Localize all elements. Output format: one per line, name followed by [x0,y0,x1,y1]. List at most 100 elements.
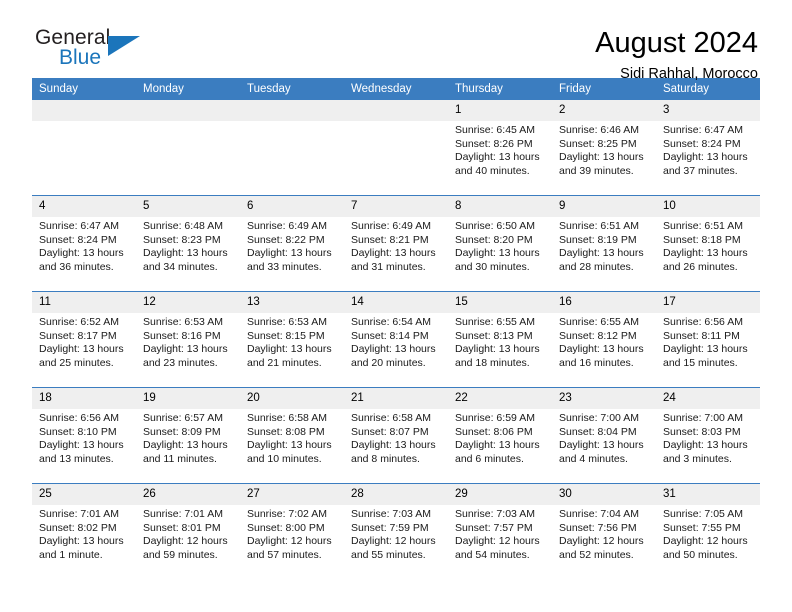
sunset-text: Sunset: 8:19 PM [559,233,637,246]
day-number: 15 [448,292,552,313]
day-cell[interactable]: 12 Sunrise: 6:53 AM Sunset: 8:16 PM Dayl… [136,291,240,388]
day-cell[interactable]: 13 Sunrise: 6:53 AM Sunset: 8:15 PM Dayl… [240,291,344,388]
day-details: Sunrise: 6:49 AM Sunset: 8:21 PM Dayligh… [344,217,448,291]
day-cell[interactable]: 14 Sunrise: 6:54 AM Sunset: 8:14 PM Dayl… [344,291,448,388]
sunrise-text: Sunrise: 6:53 AM [143,316,223,328]
day-cell[interactable] [240,100,344,196]
sunset-text: Sunset: 8:17 PM [39,329,117,342]
sunset-text: Sunset: 8:18 PM [663,233,741,246]
day-cell[interactable]: 24 Sunrise: 7:00 AM Sunset: 8:03 PM Dayl… [656,387,760,484]
day-cell[interactable]: 19 Sunrise: 6:57 AM Sunset: 8:09 PM Dayl… [136,387,240,484]
sunrise-text: Sunrise: 6:56 AM [663,316,743,328]
day-cell[interactable]: 6 Sunrise: 6:49 AM Sunset: 8:22 PM Dayli… [240,195,344,292]
day-cell[interactable]: 2 Sunrise: 6:46 AM Sunset: 8:25 PM Dayli… [552,100,656,196]
day-cell[interactable]: 28 Sunrise: 7:03 AM Sunset: 7:59 PM Dayl… [344,483,448,579]
sunset-text: Sunset: 7:57 PM [455,521,533,534]
day-cell[interactable]: 21 Sunrise: 6:58 AM Sunset: 8:07 PM Dayl… [344,387,448,484]
day-details: Sunrise: 7:04 AM Sunset: 7:56 PM Dayligh… [552,505,656,579]
day-cell[interactable] [344,100,448,196]
day-details: Sunrise: 6:47 AM Sunset: 8:24 PM Dayligh… [32,217,136,291]
day-cell[interactable]: 29 Sunrise: 7:03 AM Sunset: 7:57 PM Dayl… [448,483,552,579]
day-cell[interactable]: 22 Sunrise: 6:59 AM Sunset: 8:06 PM Dayl… [448,387,552,484]
daylight-text: Daylight: 13 hours and 20 minutes. [351,343,436,369]
sunrise-text: Sunrise: 6:55 AM [455,316,535,328]
daylight-text: Daylight: 12 hours and 54 minutes. [455,535,540,561]
daylight-text: Daylight: 13 hours and 10 minutes. [247,439,332,465]
day-number: 4 [32,196,136,217]
day-details: Sunrise: 6:55 AM Sunset: 8:12 PM Dayligh… [552,313,656,387]
day-cell[interactable]: 5 Sunrise: 6:48 AM Sunset: 8:23 PM Dayli… [136,195,240,292]
day-number: 9 [552,196,656,217]
day-cell[interactable]: 20 Sunrise: 6:58 AM Sunset: 8:08 PM Dayl… [240,387,344,484]
day-cell[interactable]: 4 Sunrise: 6:47 AM Sunset: 8:24 PM Dayli… [32,195,136,292]
day-details: Sunrise: 6:58 AM Sunset: 8:07 PM Dayligh… [344,409,448,483]
sunrise-text: Sunrise: 6:59 AM [455,412,535,424]
weekday-header-thursday: Thursday [448,78,552,100]
daylight-text: Daylight: 12 hours and 55 minutes. [351,535,436,561]
day-cell[interactable] [136,100,240,196]
day-number: 29 [448,484,552,505]
day-cell[interactable]: 17 Sunrise: 6:56 AM Sunset: 8:11 PM Dayl… [656,291,760,388]
day-cell[interactable]: 15 Sunrise: 6:55 AM Sunset: 8:13 PM Dayl… [448,291,552,388]
sunrise-text: Sunrise: 7:01 AM [39,508,119,520]
sunset-text: Sunset: 8:11 PM [663,329,740,342]
day-cell[interactable]: 8 Sunrise: 6:50 AM Sunset: 8:20 PM Dayli… [448,195,552,292]
day-cell[interactable]: 27 Sunrise: 7:02 AM Sunset: 8:00 PM Dayl… [240,483,344,579]
daylight-text: Daylight: 13 hours and 18 minutes. [455,343,540,369]
day-cell[interactable]: 3 Sunrise: 6:47 AM Sunset: 8:24 PM Dayli… [656,100,760,196]
sunset-text: Sunset: 8:02 PM [39,521,117,534]
week-row: 1 Sunrise: 6:45 AM Sunset: 8:26 PM Dayli… [32,100,760,196]
day-cell[interactable] [32,100,136,196]
day-cell[interactable]: 18 Sunrise: 6:56 AM Sunset: 8:10 PM Dayl… [32,387,136,484]
day-number: 8 [448,196,552,217]
daylight-text: Daylight: 13 hours and 23 minutes. [143,343,228,369]
day-cell[interactable]: 9 Sunrise: 6:51 AM Sunset: 8:19 PM Dayli… [552,195,656,292]
sunrise-text: Sunrise: 6:50 AM [455,220,535,232]
daylight-text: Daylight: 12 hours and 57 minutes. [247,535,332,561]
daylight-text: Daylight: 13 hours and 16 minutes. [559,343,644,369]
sunrise-text: Sunrise: 6:52 AM [39,316,119,328]
sunrise-text: Sunrise: 6:45 AM [455,124,535,136]
day-details: Sunrise: 7:00 AM Sunset: 8:04 PM Dayligh… [552,409,656,483]
sunrise-text: Sunrise: 7:02 AM [247,508,327,520]
day-number: 17 [656,292,760,313]
day-cell[interactable]: 7 Sunrise: 6:49 AM Sunset: 8:21 PM Dayli… [344,195,448,292]
daylight-text: Daylight: 12 hours and 50 minutes. [663,535,748,561]
day-cell[interactable]: 10 Sunrise: 6:51 AM Sunset: 8:18 PM Dayl… [656,195,760,292]
sunrise-text: Sunrise: 6:47 AM [663,124,743,136]
day-details: Sunrise: 7:05 AM Sunset: 7:55 PM Dayligh… [656,505,760,579]
day-number: 7 [344,196,448,217]
calendar-table: Sunday Monday Tuesday Wednesday Thursday… [32,78,760,579]
day-cell[interactable]: 16 Sunrise: 6:55 AM Sunset: 8:12 PM Dayl… [552,291,656,388]
day-details: Sunrise: 6:57 AM Sunset: 8:09 PM Dayligh… [136,409,240,483]
sunset-text: Sunset: 8:03 PM [663,425,741,438]
day-cell[interactable]: 26 Sunrise: 7:01 AM Sunset: 8:01 PM Dayl… [136,483,240,579]
daylight-text: Daylight: 13 hours and 26 minutes. [663,247,748,273]
sunset-text: Sunset: 8:26 PM [455,137,533,150]
brand-logo[interactable]: General Blue [32,26,155,78]
daylight-text: Daylight: 13 hours and 39 minutes. [559,151,644,177]
sunrise-text: Sunrise: 7:05 AM [663,508,743,520]
day-number [32,100,136,121]
sunset-text: Sunset: 8:10 PM [39,425,117,438]
day-number: 5 [136,196,240,217]
day-cell[interactable]: 30 Sunrise: 7:04 AM Sunset: 7:56 PM Dayl… [552,483,656,579]
day-number: 22 [448,388,552,409]
day-number: 11 [32,292,136,313]
calendar-body: 1 Sunrise: 6:45 AM Sunset: 8:26 PM Dayli… [32,100,760,579]
day-cell[interactable]: 25 Sunrise: 7:01 AM Sunset: 8:02 PM Dayl… [32,483,136,579]
day-number: 6 [240,196,344,217]
daylight-text: Daylight: 13 hours and 33 minutes. [247,247,332,273]
sunrise-text: Sunrise: 7:03 AM [455,508,535,520]
daylight-text: Daylight: 13 hours and 25 minutes. [39,343,124,369]
day-cell[interactable]: 11 Sunrise: 6:52 AM Sunset: 8:17 PM Dayl… [32,291,136,388]
day-details: Sunrise: 6:52 AM Sunset: 8:17 PM Dayligh… [32,313,136,387]
day-cell[interactable]: 23 Sunrise: 7:00 AM Sunset: 8:04 PM Dayl… [552,387,656,484]
day-cell[interactable]: 31 Sunrise: 7:05 AM Sunset: 7:55 PM Dayl… [656,483,760,579]
sunrise-text: Sunrise: 6:47 AM [39,220,119,232]
day-details: Sunrise: 6:48 AM Sunset: 8:23 PM Dayligh… [136,217,240,291]
day-number: 27 [240,484,344,505]
title-block: August 2024 Sidi Rahhal, Morocco [595,26,760,84]
sunrise-text: Sunrise: 6:57 AM [143,412,223,424]
day-cell[interactable]: 1 Sunrise: 6:45 AM Sunset: 8:26 PM Dayli… [448,100,552,196]
